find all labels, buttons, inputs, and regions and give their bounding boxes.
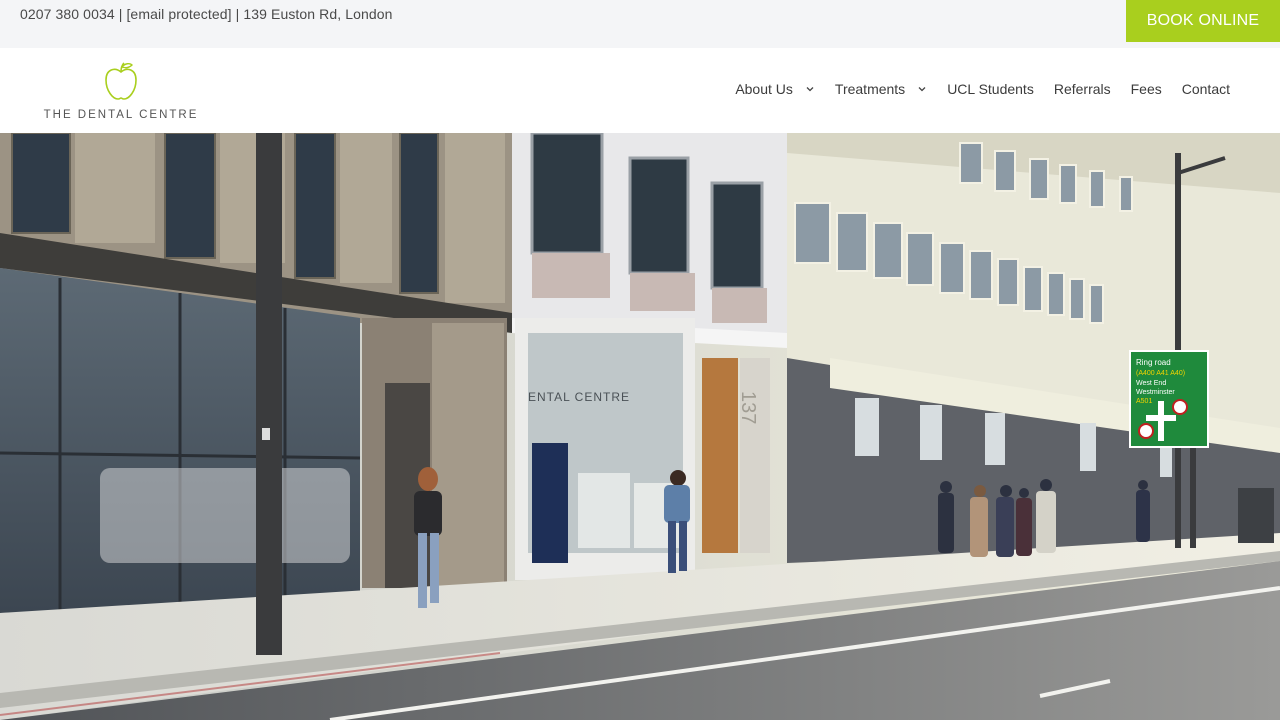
nav-item-treatments[interactable]: Treatments [835,81,927,97]
nav-item-referrals[interactable]: Referrals [1054,81,1111,97]
nav-item-contact[interactable]: Contact [1182,81,1230,97]
door-number: 137 [737,391,759,424]
road-sign-line: Ring road [1136,358,1171,367]
street-scene-illustration: ENTAL CENTRE 137 Ring road (A400 A41 A40… [0,133,1280,720]
chevron-down-icon [918,87,926,92]
shop-sign-text: ENTAL CENTRE [528,390,630,404]
apple-logo-icon [105,62,137,100]
road-sign-line: West End [1136,380,1166,387]
nav-label: Contact [1181,81,1230,97]
contact-info: 0207 380 0034 | [email protected] | 139 … [20,6,393,22]
nav-label: Referrals [1053,81,1111,97]
road-sign-line: (A400 A41 A40) [1136,370,1185,377]
hero-image: ENTAL CENTRE 137 Ring road (A400 A41 A40… [0,133,1280,720]
nav-item-ucl-students[interactable]: UCL Students [947,81,1034,97]
site-header: THE DENTAL CENTRE About Us Treatments UC… [0,48,1280,133]
nav-label: UCL Students [947,81,1034,97]
site-logo[interactable]: THE DENTAL CENTRE [36,60,206,126]
nav-label: About Us [735,81,793,97]
nav-label: Treatments [834,81,906,97]
chevron-down-icon [806,87,814,92]
nav-label: Fees [1130,81,1162,97]
nav-item-fees[interactable]: Fees [1131,81,1162,97]
book-online-button[interactable]: BOOK ONLINE [1126,0,1280,42]
road-sign-line: Westminster [1136,389,1175,396]
logo-wordmark: THE DENTAL CENTRE [43,109,199,121]
road-sign-line: A501 [1136,398,1152,405]
top-bar: 0207 380 0034 | [email protected] | 139 … [0,0,1280,48]
nav-item-about-us[interactable]: About Us [735,81,815,97]
main-nav: About Us Treatments UCL Students Referra… [715,81,1230,97]
